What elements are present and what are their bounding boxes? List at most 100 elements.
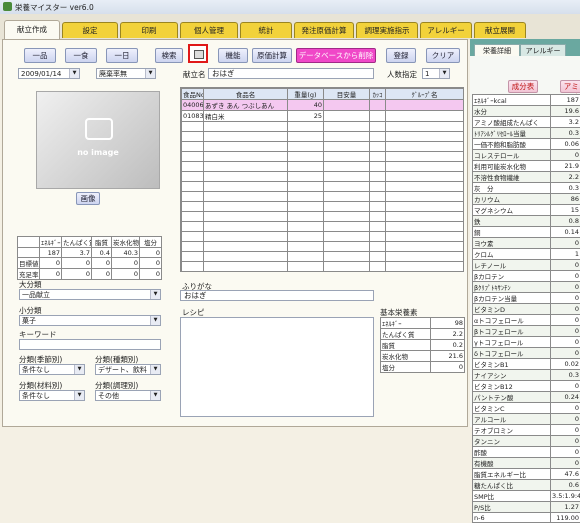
- tab-settings[interactable]: 設定: [62, 22, 118, 38]
- table-row[interactable]: [182, 162, 464, 172]
- tab-menu-creation[interactable]: 献立作成: [4, 20, 60, 40]
- daibunrui-select[interactable]: 一品献立▼: [19, 289, 161, 300]
- delete-from-db-button[interactable]: データベースから削除: [296, 48, 376, 63]
- table-cell: [204, 162, 288, 172]
- tab-allergy[interactable]: アレルギー: [420, 22, 472, 38]
- tab-order-cost[interactable]: 発注原価計算: [294, 22, 354, 38]
- date-select[interactable]: 2009/01/14▼: [18, 68, 80, 79]
- table-row[interactable]: [182, 142, 464, 152]
- nutrient-value: 0: [551, 271, 580, 282]
- persons-select[interactable]: 1▼: [422, 68, 450, 79]
- furigana-input[interactable]: おはぎ: [180, 290, 374, 301]
- cooking-select[interactable]: その他▼: [95, 390, 161, 401]
- cost-calc-button[interactable]: 原価計算: [252, 48, 292, 63]
- tab-cooking-instruction[interactable]: 調理実施指示: [356, 22, 418, 38]
- table-row[interactable]: [182, 222, 464, 232]
- table-row[interactable]: [182, 172, 464, 182]
- table-cell: [324, 132, 370, 142]
- recipe-textarea[interactable]: [180, 317, 374, 417]
- table-cell: 精白米: [204, 111, 288, 122]
- nutrient-name: 糖たんぱく比: [473, 480, 551, 491]
- tab-menu-expansion[interactable]: 献立展開: [474, 22, 526, 38]
- table-cell: 25: [288, 111, 324, 122]
- nutrient-value: 21.9: [551, 161, 580, 172]
- nutrient-value: 2.2: [551, 172, 580, 183]
- ippin-button[interactable]: 一品: [24, 48, 56, 63]
- table-cell: [204, 212, 288, 222]
- clear-button[interactable]: クリア: [426, 48, 460, 63]
- register-button[interactable]: 登録: [386, 48, 416, 63]
- table-cell: [386, 272, 464, 273]
- table-cell: [324, 142, 370, 152]
- amino-acid-button[interactable]: アミノ酸: [560, 80, 580, 93]
- component-table-button[interactable]: 成分表: [508, 80, 538, 93]
- nutrient-name: n-6: [473, 513, 551, 523]
- nutrient-name: δトコフェロール: [473, 348, 551, 359]
- basic-nutrient-name: ｴﾈﾙｷﾞｰ: [381, 318, 431, 329]
- nutrient-value: 0: [551, 337, 580, 348]
- table-cell: [182, 272, 204, 273]
- table-cell: [204, 202, 288, 212]
- table-cell: [386, 182, 464, 192]
- tab-print[interactable]: 印刷: [120, 22, 178, 38]
- nutrient-value: 0.06: [551, 139, 580, 150]
- kind-select[interactable]: デザート、飲料▼: [95, 364, 161, 375]
- summary-header-cell: 脂質: [92, 237, 112, 248]
- keyword-input[interactable]: [19, 339, 161, 350]
- nutrient-row: タンニン0: [473, 436, 580, 447]
- table-row[interactable]: [182, 202, 464, 212]
- function-button[interactable]: 機能: [218, 48, 248, 63]
- nutrient-row: αトコフェロール0: [473, 315, 580, 326]
- table-cell: [288, 182, 324, 192]
- shoubunrui-select[interactable]: 菓子▼: [19, 315, 161, 326]
- isshoku-button[interactable]: 一食: [65, 48, 97, 63]
- nutrient-value: 0.8: [551, 216, 580, 227]
- table-row[interactable]: [182, 262, 464, 272]
- summary-cell: 0: [140, 248, 162, 258]
- menu-name-input[interactable]: おはぎ: [208, 68, 374, 79]
- nutrient-value: 0.3: [551, 128, 580, 139]
- nutrient-value: 1: [551, 249, 580, 260]
- table-cell: [324, 252, 370, 262]
- tab-statistics[interactable]: 統計: [240, 22, 292, 38]
- table-row[interactable]: [182, 182, 464, 192]
- summary-cell: 0: [140, 269, 162, 280]
- table-row[interactable]: [182, 232, 464, 242]
- image-button[interactable]: 画像: [76, 192, 100, 205]
- table-cell: [204, 222, 288, 232]
- table-row[interactable]: 04006あずき あん つぶしあん40: [182, 100, 464, 111]
- nutrient-name: カリウム: [473, 194, 551, 205]
- nutrient-name: タンニン: [473, 436, 551, 447]
- table-row[interactable]: [182, 122, 464, 132]
- table-row[interactable]: [182, 152, 464, 162]
- basic-nutrients-table: ｴﾈﾙｷﾞｰ98たんぱく質2.2脂質0.2炭水化物21.6塩分0: [380, 317, 464, 373]
- category-select[interactable]: 廃棄率無▼: [96, 68, 156, 79]
- search-button[interactable]: 検索: [155, 48, 183, 63]
- nutrient-row: 水分19.6: [473, 106, 580, 117]
- table-row[interactable]: 01083精白米25: [182, 111, 464, 122]
- table-row[interactable]: [182, 272, 464, 273]
- ichinichi-button[interactable]: 一日: [106, 48, 138, 63]
- table-row[interactable]: [182, 242, 464, 252]
- nutrient-name: アルコール: [473, 414, 551, 425]
- nutrient-row: ビタミンB10.02: [473, 359, 580, 370]
- tab-personal[interactable]: 個人管理: [180, 22, 238, 38]
- nutrient-name: ビタミンC: [473, 403, 551, 414]
- table-row[interactable]: [182, 212, 464, 222]
- nutrient-value: 0: [551, 414, 580, 425]
- table-cell: [324, 111, 370, 122]
- save-highlight-button[interactable]: [188, 44, 208, 63]
- nutrient-name: αトコフェロール: [473, 315, 551, 326]
- table-row[interactable]: [182, 252, 464, 262]
- nutrient-name: 脂質エネルギー比: [473, 469, 551, 480]
- material-select[interactable]: 条件なし▼: [19, 390, 85, 401]
- table-row[interactable]: [182, 132, 464, 142]
- table-cell: [370, 111, 386, 122]
- nutrient-row: γトコフェロール0: [473, 337, 580, 348]
- table-cell: [288, 262, 324, 272]
- season-select[interactable]: 条件なし▼: [19, 364, 85, 375]
- nutrient-row: 有機酸0: [473, 458, 580, 469]
- table-cell: [324, 152, 370, 162]
- table-cell: [370, 172, 386, 182]
- table-row[interactable]: [182, 192, 464, 202]
